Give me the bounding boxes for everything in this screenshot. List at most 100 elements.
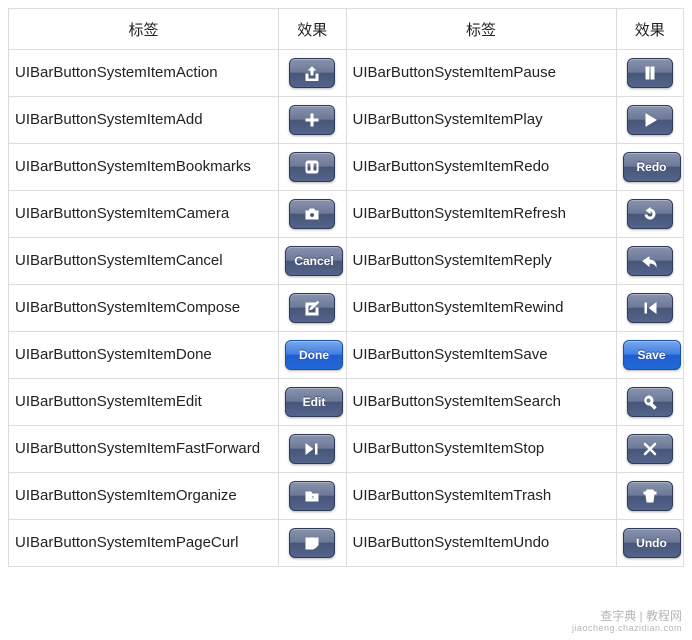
label-cell-right: UIBarButtonSystemItemPlay — [346, 97, 616, 144]
systemitem-table: 标签 效果 标签 效果 UIBarButtonSystemItemActionU… — [8, 8, 684, 567]
effect-cell-left — [279, 97, 347, 144]
effect-cell-right: Redo — [616, 144, 684, 191]
rewind-icon — [642, 300, 658, 316]
col-header-effect-right: 效果 — [616, 9, 684, 50]
right-text-button[interactable]: Redo — [623, 152, 681, 182]
label-cell-left: UIBarButtonSystemItemDone — [9, 332, 279, 379]
label-cell-right: UIBarButtonSystemItemPause — [346, 50, 616, 97]
left-text-button[interactable]: Edit — [285, 387, 343, 417]
effect-cell-right: Undo — [616, 520, 684, 567]
refresh-icon — [642, 206, 658, 222]
label-cell-left: UIBarButtonSystemItemAction — [9, 50, 279, 97]
watermark-line1: 查字典 | 教程网 — [600, 609, 682, 623]
compose-icon[interactable] — [289, 293, 335, 323]
right-text-button[interactable]: Undo — [623, 528, 681, 558]
label-cell-right: UIBarButtonSystemItemStop — [346, 426, 616, 473]
label-cell-left: UIBarButtonSystemItemAdd — [9, 97, 279, 144]
label-cell-left: UIBarButtonSystemItemBookmarks — [9, 144, 279, 191]
label-cell-left: UIBarButtonSystemItemPageCurl — [9, 520, 279, 567]
label-cell-right: UIBarButtonSystemItemRedo — [346, 144, 616, 191]
label-cell-left: UIBarButtonSystemItemCompose — [9, 285, 279, 332]
effect-cell-right: Save — [616, 332, 684, 379]
pagecurl-icon[interactable] — [289, 528, 335, 558]
refresh-icon[interactable] — [627, 199, 673, 229]
left-text-button[interactable]: Cancel — [285, 246, 343, 276]
label-cell-left: UIBarButtonSystemItemEdit — [9, 379, 279, 426]
label-cell-left: UIBarButtonSystemItemCancel — [9, 238, 279, 285]
label-cell-right: UIBarButtonSystemItemRewind — [346, 285, 616, 332]
watermark: 查字典 | 教程网 jiaocheng.chazidian.com — [572, 609, 682, 634]
fastforward-icon[interactable] — [289, 434, 335, 464]
table-row: UIBarButtonSystemItemCamera UIBarButtonSy… — [9, 191, 684, 238]
effect-cell-right — [616, 238, 684, 285]
reply-icon — [642, 253, 658, 269]
camera-icon[interactable] — [289, 199, 335, 229]
table-row: UIBarButtonSystemItemEditEditUIBarButton… — [9, 379, 684, 426]
effect-cell-right — [616, 50, 684, 97]
effect-cell-right — [616, 285, 684, 332]
rewind-icon[interactable] — [627, 293, 673, 323]
label-cell-right: UIBarButtonSystemItemSearch — [346, 379, 616, 426]
effect-cell-left — [279, 520, 347, 567]
camera-icon — [304, 206, 320, 222]
table-row: UIBarButtonSystemItemOrganize UIBarButton… — [9, 473, 684, 520]
stop-icon — [642, 441, 658, 457]
bookmarks-icon — [304, 159, 320, 175]
trash-icon — [642, 488, 658, 504]
stop-icon[interactable] — [627, 434, 673, 464]
pagecurl-icon — [304, 535, 320, 551]
table-row: UIBarButtonSystemItemFastForward UIBarBut… — [9, 426, 684, 473]
table-row: UIBarButtonSystemItemAdd UIBarButtonSyste… — [9, 97, 684, 144]
effect-cell-right — [616, 191, 684, 238]
label-cell-right: UIBarButtonSystemItemRefresh — [346, 191, 616, 238]
label-cell-right: UIBarButtonSystemItemSave — [346, 332, 616, 379]
table-row: UIBarButtonSystemItemCancelCancelUIBarBu… — [9, 238, 684, 285]
effect-cell-left — [279, 50, 347, 97]
watermark-line2: jiaocheng.chazidian.com — [572, 623, 682, 634]
plus-icon — [304, 112, 320, 128]
col-header-label-right: 标签 — [346, 9, 616, 50]
col-header-effect-left: 效果 — [279, 9, 347, 50]
compose-icon — [304, 300, 320, 316]
search-icon — [642, 394, 658, 410]
pause-icon[interactable] — [627, 58, 673, 88]
label-cell-left: UIBarButtonSystemItemFastForward — [9, 426, 279, 473]
table-row: UIBarButtonSystemItemAction UIBarButtonSy… — [9, 50, 684, 97]
effect-cell-left — [279, 473, 347, 520]
effect-cell-left — [279, 285, 347, 332]
table-row: UIBarButtonSystemItemDoneDoneUIBarButton… — [9, 332, 684, 379]
label-cell-right: UIBarButtonSystemItemTrash — [346, 473, 616, 520]
pause-icon — [642, 65, 658, 81]
play-icon — [642, 112, 658, 128]
effect-cell-right — [616, 379, 684, 426]
action-icon[interactable] — [289, 58, 335, 88]
organize-icon[interactable] — [289, 481, 335, 511]
effect-cell-left — [279, 144, 347, 191]
effect-cell-left — [279, 426, 347, 473]
play-icon[interactable] — [627, 105, 673, 135]
label-cell-left: UIBarButtonSystemItemCamera — [9, 191, 279, 238]
search-icon[interactable] — [627, 387, 673, 417]
effect-cell-left: Done — [279, 332, 347, 379]
reply-icon[interactable] — [627, 246, 673, 276]
fastforward-icon — [304, 441, 320, 457]
col-header-label-left: 标签 — [9, 9, 279, 50]
effect-cell-right — [616, 473, 684, 520]
label-cell-left: UIBarButtonSystemItemOrganize — [9, 473, 279, 520]
label-cell-right: UIBarButtonSystemItemUndo — [346, 520, 616, 567]
trash-icon[interactable] — [627, 481, 673, 511]
effect-cell-left: Edit — [279, 379, 347, 426]
bookmarks-icon[interactable] — [289, 152, 335, 182]
table-row: UIBarButtonSystemItemPageCurl UIBarButton… — [9, 520, 684, 567]
label-cell-right: UIBarButtonSystemItemReply — [346, 238, 616, 285]
table-row: UIBarButtonSystemItemCompose UIBarButtonS… — [9, 285, 684, 332]
effect-cell-right — [616, 97, 684, 144]
effect-cell-left: Cancel — [279, 238, 347, 285]
plus-icon[interactable] — [289, 105, 335, 135]
organize-icon — [304, 488, 320, 504]
effect-cell-right — [616, 426, 684, 473]
left-text-button[interactable]: Done — [285, 340, 343, 370]
effect-cell-left — [279, 191, 347, 238]
table-row: UIBarButtonSystemItemBookmarks UIBarButto… — [9, 144, 684, 191]
right-text-button[interactable]: Save — [623, 340, 681, 370]
